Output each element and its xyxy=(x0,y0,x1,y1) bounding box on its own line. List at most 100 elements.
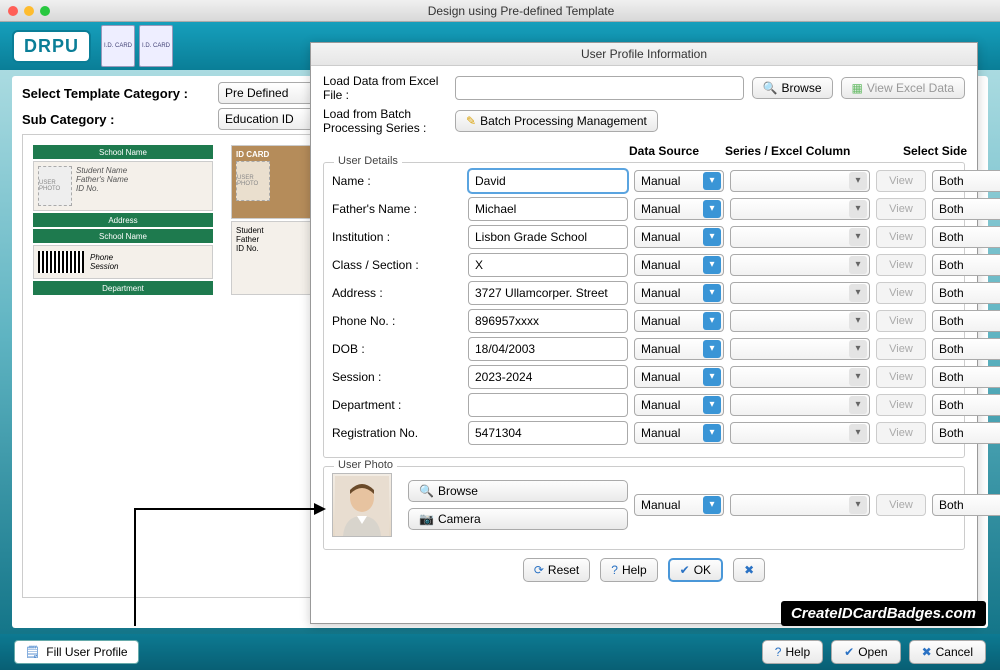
field-view-button[interactable]: View xyxy=(876,226,926,248)
camera-button[interactable]: 📷 Camera xyxy=(408,508,628,530)
close-icon[interactable] xyxy=(8,6,18,16)
field-view-button[interactable]: View xyxy=(876,282,926,304)
field-input[interactable] xyxy=(468,197,628,221)
refresh-icon: ⟳ xyxy=(534,563,544,577)
tpl-row: Address xyxy=(33,213,213,227)
zoom-icon[interactable] xyxy=(40,6,50,16)
tpl-header: School Name xyxy=(33,145,213,159)
annotation-arrow-icon xyxy=(134,508,324,510)
close-icon: ✖ xyxy=(744,563,754,577)
field-series-select[interactable]: ▾ xyxy=(730,366,870,388)
photo-side-select[interactable]: Both▾ xyxy=(932,494,1000,516)
chevron-down-icon: ▾ xyxy=(703,284,721,302)
field-view-button[interactable]: View xyxy=(876,170,926,192)
batch-processing-button[interactable]: ✎ Batch Processing Management xyxy=(455,110,658,132)
field-data-source-select[interactable]: Manual▾ xyxy=(634,338,724,360)
edit-icon: ✎ xyxy=(466,114,476,128)
field-side-select[interactable]: Both▾ xyxy=(932,366,1000,388)
field-side-select[interactable]: Both▾ xyxy=(932,226,1000,248)
ok-button[interactable]: ✔OK xyxy=(668,558,723,582)
field-input[interactable] xyxy=(468,225,628,249)
field-view-button[interactable]: View xyxy=(876,198,926,220)
field-data-source-select[interactable]: Manual▾ xyxy=(634,198,724,220)
field-view-button[interactable]: View xyxy=(876,422,926,444)
watermark: CreateIDCardBadges.com xyxy=(781,601,986,626)
photo-series-select[interactable]: ▾ xyxy=(730,494,870,516)
template-thumbnail[interactable]: School Name USER PHOTO Student Name Fath… xyxy=(33,145,213,295)
search-icon: 🔍 xyxy=(763,81,778,95)
footer-cancel-button[interactable]: ✖Cancel xyxy=(909,640,986,664)
field-row: Phone No. :Manual▾▾ViewBoth▾ xyxy=(332,309,956,333)
footer-open-button[interactable]: ✔Open xyxy=(831,640,900,664)
field-data-source-select[interactable]: Manual▾ xyxy=(634,170,724,192)
field-data-source-select[interactable]: Manual▾ xyxy=(634,254,724,276)
sub-category-label: Sub Category : xyxy=(22,112,212,127)
field-data-source-select[interactable]: Manual▾ xyxy=(634,310,724,332)
fill-user-profile-button[interactable]: 🗒 Fill User Profile xyxy=(14,640,139,664)
excel-file-input[interactable] xyxy=(455,76,744,100)
field-side-select[interactable]: Both▾ xyxy=(932,310,1000,332)
field-data-source-select[interactable]: Manual▾ xyxy=(634,422,724,444)
field-view-button[interactable]: View xyxy=(876,338,926,360)
field-data-source-select[interactable]: Manual▾ xyxy=(634,394,724,416)
photo-view-button[interactable]: View xyxy=(876,494,926,516)
field-series-select[interactable]: ▾ xyxy=(730,394,870,416)
field-series-select[interactable]: ▾ xyxy=(730,282,870,304)
field-data-source-select[interactable]: Manual▾ xyxy=(634,226,724,248)
field-series-select[interactable]: ▾ xyxy=(730,254,870,276)
field-side-select[interactable]: Both▾ xyxy=(932,422,1000,444)
template-thumbnail[interactable]: ID CARD USER PHOTO Student Father ID No. xyxy=(231,145,311,295)
close-icon: ✖ xyxy=(922,645,932,659)
field-data-source-select[interactable]: Manual▾ xyxy=(634,282,724,304)
field-input[interactable] xyxy=(468,309,628,333)
photo-placeholder-icon: USER PHOTO xyxy=(38,166,72,206)
field-input[interactable] xyxy=(468,393,628,417)
field-view-button[interactable]: View xyxy=(876,366,926,388)
field-label: DOB : xyxy=(332,342,462,356)
field-row: DOB :Manual▾▾ViewBoth▾ xyxy=(332,337,956,361)
chevron-down-icon: ▾ xyxy=(849,228,867,246)
field-view-button[interactable]: View xyxy=(876,310,926,332)
search-icon: 🔍 xyxy=(419,484,434,498)
chevron-down-icon: ▾ xyxy=(703,200,721,218)
field-input[interactable] xyxy=(468,253,628,277)
field-series-select[interactable]: ▾ xyxy=(730,422,870,444)
field-data-source-select[interactable]: Manual▾ xyxy=(634,366,724,388)
excel-file-label: Load Data from Excel File : xyxy=(323,74,447,103)
field-input[interactable] xyxy=(468,365,628,389)
chevron-down-icon: ▾ xyxy=(849,368,867,386)
photo-data-source-select[interactable]: Manual▾ xyxy=(634,494,724,516)
field-series-select[interactable]: ▾ xyxy=(730,226,870,248)
field-side-select[interactable]: Both▾ xyxy=(932,254,1000,276)
reset-button[interactable]: ⟳Reset xyxy=(523,558,590,582)
chevron-down-icon: ▾ xyxy=(703,312,721,330)
user-photo-fieldset: User Photo 🔍 Browse xyxy=(323,466,965,550)
field-input[interactable] xyxy=(468,421,628,445)
field-input[interactable] xyxy=(468,169,628,193)
field-label: Class / Section : xyxy=(332,258,462,272)
footer-help-button[interactable]: ?Help xyxy=(762,640,823,664)
field-input[interactable] xyxy=(468,337,628,361)
field-side-select[interactable]: Both▾ xyxy=(932,394,1000,416)
browse-excel-button[interactable]: 🔍 Browse xyxy=(752,77,833,99)
browse-photo-button[interactable]: 🔍 Browse xyxy=(408,480,628,502)
field-series-select[interactable]: ▾ xyxy=(730,198,870,220)
field-input[interactable] xyxy=(468,281,628,305)
field-view-button[interactable]: View xyxy=(876,394,926,416)
cancel-button[interactable]: ✖ xyxy=(733,558,765,582)
field-side-select[interactable]: Both▾ xyxy=(932,170,1000,192)
help-button[interactable]: ?Help xyxy=(600,558,657,582)
field-row: Department :Manual▾▾ViewBoth▾ xyxy=(332,393,956,417)
field-series-select[interactable]: ▾ xyxy=(730,338,870,360)
field-side-select[interactable]: Both▾ xyxy=(932,198,1000,220)
window-title: Design using Pre-defined Template xyxy=(50,4,992,18)
field-side-select[interactable]: Both▾ xyxy=(932,282,1000,304)
chevron-down-icon: ▾ xyxy=(703,396,721,414)
field-side-select[interactable]: Both▾ xyxy=(932,338,1000,360)
field-series-select[interactable]: ▾ xyxy=(730,310,870,332)
field-series-select[interactable]: ▾ xyxy=(730,170,870,192)
view-excel-data-button[interactable]: ▦ View Excel Data xyxy=(841,77,966,99)
field-view-button[interactable]: View xyxy=(876,254,926,276)
minimize-icon[interactable] xyxy=(24,6,34,16)
modal-title: User Profile Information xyxy=(311,43,977,66)
